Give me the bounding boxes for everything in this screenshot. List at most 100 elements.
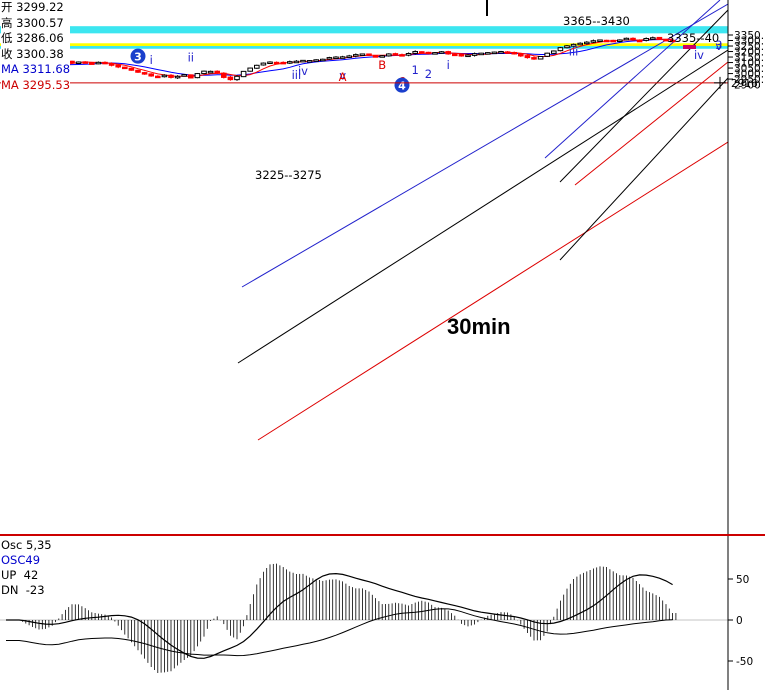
- zone-yellow-1: [0, 43, 728, 47]
- candle-body-91: [603, 39, 610, 43]
- osc-series-label: OSC49: [1, 553, 41, 567]
- candle-body-10: [69, 60, 75, 64]
- ma1-row: MA 3311.68: [1, 62, 71, 76]
- candle-body-47: [313, 59, 319, 62]
- candle-body-66: [438, 51, 445, 54]
- candle-body-18: [122, 66, 128, 70]
- candle-body-51: [339, 56, 346, 59]
- candle-body-65: [432, 52, 438, 55]
- candle-body-74: [491, 51, 498, 55]
- candle-body-59: [392, 53, 399, 56]
- candle-body-41: [273, 61, 280, 65]
- candle-body-32: [214, 70, 220, 74]
- candle-body-45: [300, 59, 306, 63]
- candle-body-94: [623, 37, 630, 41]
- candle-body-81: [537, 55, 544, 60]
- candle-body-76: [504, 51, 511, 54]
- candle-body-99: [656, 36, 663, 40]
- timeframe-label: 30min: [447, 314, 511, 339]
- candle-body-92: [610, 39, 617, 43]
- wave-label-6: iii: [292, 68, 302, 82]
- candle-body-30: [201, 70, 207, 75]
- candle-body-88: [584, 41, 590, 45]
- candle-body-83: [551, 50, 557, 54]
- candle-body-77: [511, 51, 517, 55]
- candle-body-68: [452, 53, 458, 57]
- candle-body-34: [227, 76, 234, 81]
- wave-circle-label-0: 3: [134, 50, 142, 63]
- wave-label-17: v: [715, 39, 722, 53]
- trendline-0: [241, 3, 728, 288]
- candle-body-48: [320, 58, 326, 62]
- candle-body-11: [75, 61, 82, 64]
- bottom-price-label: 2900: [734, 80, 761, 92]
- trendline-5: [574, 61, 728, 186]
- candle-body-37: [247, 67, 253, 72]
- candle-body-62: [412, 51, 418, 54]
- ma2-value: 3295.53: [22, 77, 71, 92]
- wave-label-8: A: [339, 70, 347, 84]
- candle-body-69: [458, 54, 465, 57]
- candle-body-84: [557, 47, 564, 52]
- candle-body-13: [89, 62, 95, 65]
- wave-label-15: iv: [694, 48, 704, 62]
- candle-body-40: [267, 61, 273, 64]
- candle-body-73: [485, 52, 491, 55]
- ma1-value: 3311.68: [22, 62, 71, 76]
- high-value: 3300.57: [16, 15, 64, 30]
- ohlc-info-box: 开 3299.22 高 3300.57 低 3286.06 收 3300.38 …: [1, 0, 71, 93]
- candle-body-89: [590, 40, 597, 43]
- candle-body-87: [577, 42, 584, 46]
- zone-label-lower: 3225--3275: [255, 168, 322, 182]
- candle-body-97: [643, 38, 650, 41]
- candle-body-60: [399, 54, 405, 57]
- chart-canvas: 3365--34303225--32753335--4030min5viiiiv…: [0, 0, 765, 690]
- candle-body-75: [498, 51, 504, 54]
- wave-label-12: 2: [425, 67, 432, 81]
- candle-body-29: [194, 73, 201, 79]
- wave-label-14: iii: [569, 45, 579, 59]
- trendline-4: [257, 141, 728, 441]
- candle-body-95: [630, 37, 636, 41]
- wave-label-3: i: [150, 53, 153, 67]
- wave-labels: 3365--34303225--32753335--4030min5viiiiv…: [47, 0, 722, 339]
- candle-body-50: [333, 56, 339, 60]
- candle-body-24: [161, 74, 168, 78]
- candle-body-25: [168, 74, 174, 78]
- candle-body-79: [524, 55, 531, 59]
- candle-body-33: [221, 72, 227, 78]
- candle-body-42: [280, 61, 286, 65]
- candle-body-39: [260, 62, 267, 66]
- candle-body-17: [115, 64, 122, 68]
- candle-body-90: [597, 39, 603, 42]
- candle-body-12: [82, 61, 89, 64]
- zone-cyan-2: [0, 46, 728, 49]
- candle-body-21: [141, 72, 148, 75]
- candle-body-82: [544, 52, 551, 57]
- wave-label-11: 1: [412, 63, 419, 77]
- candle-body-55: [366, 53, 372, 56]
- candle-body-70: [465, 54, 471, 58]
- candle-body-64: [425, 51, 432, 55]
- candle-body-54: [359, 53, 366, 56]
- wave-label-2: ii: [188, 50, 194, 64]
- close-row: 收 3300.38: [1, 46, 64, 61]
- high-row: 高 3300.57: [1, 15, 64, 30]
- osc-tick-label-1: 0: [736, 615, 743, 627]
- candle-body-23: [155, 75, 161, 79]
- candle-body-98: [650, 37, 656, 40]
- osc-dn-row: DN -23: [1, 583, 45, 597]
- candle-body-31: [207, 70, 214, 74]
- candle-body-93: [617, 39, 623, 42]
- candle-body-53: [353, 54, 359, 57]
- candle-body-67: [445, 51, 451, 55]
- osc-tick-label-0: 50: [736, 574, 749, 586]
- price-zones: [0, 26, 728, 49]
- candle-body-49: [326, 57, 333, 60]
- osc-axis: 50 0 -50: [728, 574, 753, 668]
- target-label: 3335--40: [667, 31, 719, 45]
- candle-body-36: [240, 70, 247, 78]
- open-value: 3299.22: [16, 0, 64, 14]
- trendline-6: [559, 77, 728, 261]
- candle-body-63: [419, 51, 425, 54]
